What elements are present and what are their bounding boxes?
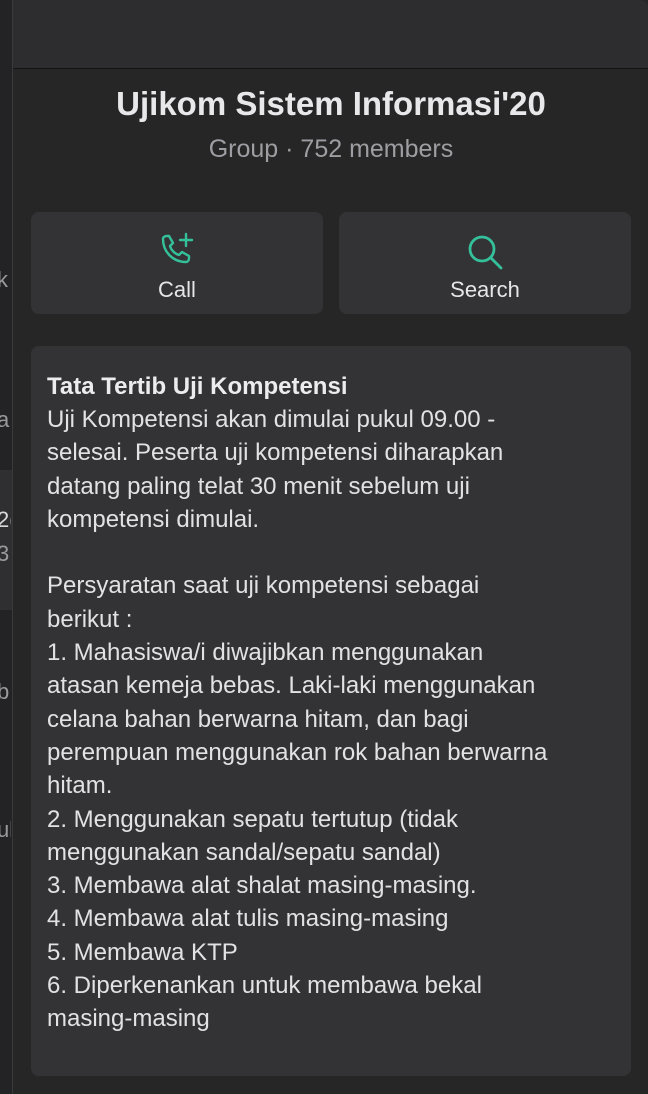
group-info-popover: Ujikom Sistem Informasi'20 Group · 752 m…: [12, 0, 648, 1094]
description-line: celana bahan berwarna hitam, dan bagi: [47, 705, 469, 733]
popover-header-area: [13, 0, 648, 69]
description-line: [47, 536, 615, 569]
search-icon: [339, 230, 631, 274]
description-line: selesai. Peserta uji kompetensi diharapk…: [47, 439, 504, 467]
description-line: masing-masing: [47, 1005, 210, 1033]
description-line: Persyaratan saat uji kompetensi sebagai: [47, 572, 480, 600]
phone-plus-icon: [31, 230, 323, 274]
description-line: 1. Mahasiswa/i diwajibkan menggunakan: [47, 639, 484, 667]
description-line: datang paling telat 30 menit sebelum uji: [47, 472, 470, 500]
background-text-fragment: ul: [0, 818, 11, 842]
description-line: kompetensi dimulai.: [47, 505, 260, 533]
screen: k a 2( 3 b ul Ujikom Sistem Informasi'20…: [0, 0, 648, 1094]
description-line: perempuan menggunakan rok bahan berwarna: [47, 738, 548, 766]
background-text-fragment: k: [0, 268, 8, 292]
description-line: Uji Kompetensi akan dimulai pukul 09.00 …: [47, 406, 496, 433]
description-line: 4. Membawa alat tulis masing-masing: [47, 905, 449, 933]
group-description-card: Tata Tertib Uji Kompetensi Uji Kompetens…: [31, 346, 631, 1076]
background-text-fragment: a: [0, 408, 10, 432]
description-line: hitam.: [47, 772, 113, 800]
background-text-fragment: b: [0, 680, 10, 704]
search-button-label: Search: [450, 277, 520, 302]
group-title: Ujikom Sistem Informasi'20: [116, 85, 546, 122]
description-line: atasan kemeja bebas. Laki-laki menggunak…: [47, 672, 536, 700]
description-line: 2. Menggunakan sepatu tertutup (tidak: [47, 805, 458, 833]
search-button[interactable]: Search: [339, 212, 631, 314]
background-text-fragment: 2(: [0, 508, 11, 532]
description-body: Uji Kompetensi akan dimulai pukul 09.00 …: [47, 403, 615, 1036]
description-line: 6. Diperkenankan untuk membawa bekal: [47, 972, 482, 1000]
description-title: Tata Tertib Uji Kompetensi: [47, 373, 348, 400]
background-text-fragment: 3: [0, 542, 10, 566]
call-button[interactable]: Call: [31, 212, 323, 314]
group-subtitle: Group · 752 members: [208, 135, 454, 163]
description-line: menggunakan sandal/sepatu sandal): [47, 838, 441, 866]
description-line: berikut :: [47, 605, 133, 633]
description-line: 5. Membawa KTP: [47, 938, 238, 966]
description-line: 3. Membawa alat shalat masing-masing.: [47, 872, 477, 900]
call-button-label: Call: [158, 277, 196, 302]
